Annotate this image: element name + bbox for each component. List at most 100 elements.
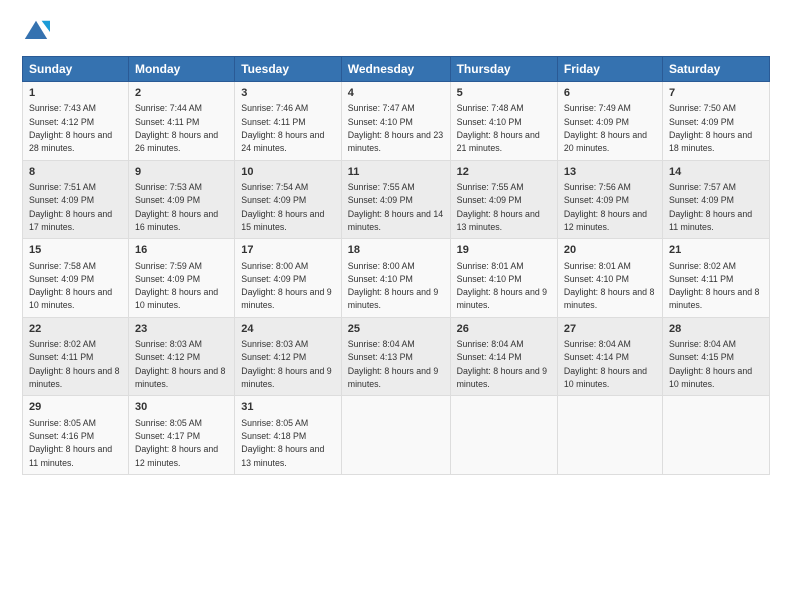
header-monday: Monday <box>128 57 234 82</box>
day-info: Sunrise: 7:43 AMSunset: 4:12 PMDaylight:… <box>29 103 112 153</box>
week-row-2: 8Sunrise: 7:51 AMSunset: 4:09 PMDaylight… <box>23 160 770 239</box>
day-info: Sunrise: 8:04 AMSunset: 4:13 PMDaylight:… <box>348 339 438 389</box>
day-info: Sunrise: 7:54 AMSunset: 4:09 PMDaylight:… <box>241 182 324 232</box>
day-cell: 9 Sunrise: 7:53 AMSunset: 4:09 PMDaylight… <box>128 160 234 239</box>
header-tuesday: Tuesday <box>235 57 342 82</box>
day-number: 25 <box>348 322 444 337</box>
day-cell: 19Sunrise: 8:01 AMSunset: 4:10 PMDayligh… <box>450 239 557 318</box>
calendar-header-row: SundayMondayTuesdayWednesdayThursdayFrid… <box>23 57 770 82</box>
day-number: 27 <box>564 322 656 337</box>
day-number: 7 <box>669 86 763 101</box>
day-info: Sunrise: 7:47 AMSunset: 4:10 PMDaylight:… <box>348 103 443 153</box>
week-row-3: 15Sunrise: 7:58 AMSunset: 4:09 PMDayligh… <box>23 239 770 318</box>
day-number: 29 <box>29 400 122 415</box>
day-cell: 16 Sunrise: 7:59 AMSunset: 4:09 PMDayligh… <box>128 239 234 318</box>
day-info: Sunrise: 7:57 AMSunset: 4:09 PMDaylight:… <box>669 182 752 232</box>
day-info: Sunrise: 8:04 AMSunset: 4:15 PMDaylight:… <box>669 339 752 389</box>
day-cell: 15Sunrise: 7:58 AMSunset: 4:09 PMDayligh… <box>23 239 129 318</box>
week-row-4: 22 Sunrise: 8:02 AMSunset: 4:11 PMDayligh… <box>23 317 770 396</box>
day-info: Sunrise: 8:01 AMSunset: 4:10 PMDaylight:… <box>457 261 547 311</box>
day-info: Sunrise: 7:48 AMSunset: 4:10 PMDaylight:… <box>457 103 540 153</box>
day-info: Sunrise: 7:50 AMSunset: 4:09 PMDaylight:… <box>669 103 752 153</box>
day-number: 15 <box>29 243 122 258</box>
day-info: Sunrise: 8:05 AMSunset: 4:18 PMDaylight:… <box>241 418 324 468</box>
header-sunday: Sunday <box>23 57 129 82</box>
day-cell: 26 Sunrise: 8:04 AMSunset: 4:14 PMDayligh… <box>450 317 557 396</box>
day-cell: 28Sunrise: 8:04 AMSunset: 4:15 PMDayligh… <box>662 317 769 396</box>
logo-icon <box>22 18 50 46</box>
day-cell: 24Sunrise: 8:03 AMSunset: 4:12 PMDayligh… <box>235 317 342 396</box>
day-info: Sunrise: 8:04 AMSunset: 4:14 PMDaylight:… <box>457 339 547 389</box>
day-number: 3 <box>241 86 335 101</box>
day-number: 21 <box>669 243 763 258</box>
day-info: Sunrise: 8:03 AMSunset: 4:12 PMDaylight:… <box>135 339 225 389</box>
day-cell: 12 Sunrise: 7:55 AMSunset: 4:09 PMDayligh… <box>450 160 557 239</box>
day-number: 30 <box>135 400 228 415</box>
day-cell: 6 Sunrise: 7:49 AMSunset: 4:09 PMDaylight… <box>557 82 662 161</box>
day-number: 17 <box>241 243 335 258</box>
day-info: Sunrise: 8:05 AMSunset: 4:16 PMDaylight:… <box>29 418 112 468</box>
day-number: 8 <box>29 165 122 180</box>
day-cell: 3 Sunrise: 7:46 AMSunset: 4:11 PMDaylight… <box>235 82 342 161</box>
day-number: 12 <box>457 165 551 180</box>
logo <box>22 18 53 46</box>
day-number: 13 <box>564 165 656 180</box>
day-info: Sunrise: 7:55 AMSunset: 4:09 PMDaylight:… <box>457 182 540 232</box>
day-cell: 17 Sunrise: 8:00 AMSunset: 4:09 PMDayligh… <box>235 239 342 318</box>
day-info: Sunrise: 7:44 AMSunset: 4:11 PMDaylight:… <box>135 103 218 153</box>
day-info: Sunrise: 7:46 AMSunset: 4:11 PMDaylight:… <box>241 103 324 153</box>
header-saturday: Saturday <box>662 57 769 82</box>
week-row-5: 29 Sunrise: 8:05 AMSunset: 4:16 PMDayligh… <box>23 396 770 475</box>
day-cell: 13Sunrise: 7:56 AMSunset: 4:09 PMDayligh… <box>557 160 662 239</box>
day-cell <box>557 396 662 475</box>
day-info: Sunrise: 8:00 AMSunset: 4:10 PMDaylight:… <box>348 261 438 311</box>
day-info: Sunrise: 7:55 AMSunset: 4:09 PMDaylight:… <box>348 182 443 232</box>
day-cell: 31 Sunrise: 8:05 AMSunset: 4:18 PMDayligh… <box>235 396 342 475</box>
day-number: 1 <box>29 86 122 101</box>
day-info: Sunrise: 8:02 AMSunset: 4:11 PMDaylight:… <box>669 261 759 311</box>
day-cell: 20Sunrise: 8:01 AMSunset: 4:10 PMDayligh… <box>557 239 662 318</box>
day-cell: 25 Sunrise: 8:04 AMSunset: 4:13 PMDayligh… <box>341 317 450 396</box>
day-number: 31 <box>241 400 335 415</box>
day-number: 9 <box>135 165 228 180</box>
day-cell: 8Sunrise: 7:51 AMSunset: 4:09 PMDaylight… <box>23 160 129 239</box>
header-wednesday: Wednesday <box>341 57 450 82</box>
day-cell: 29 Sunrise: 8:05 AMSunset: 4:16 PMDayligh… <box>23 396 129 475</box>
day-info: Sunrise: 8:00 AMSunset: 4:09 PMDaylight:… <box>241 261 331 311</box>
day-cell <box>662 396 769 475</box>
day-cell <box>450 396 557 475</box>
day-info: Sunrise: 8:05 AMSunset: 4:17 PMDaylight:… <box>135 418 218 468</box>
day-number: 6 <box>564 86 656 101</box>
day-number: 24 <box>241 322 335 337</box>
day-cell: 18 Sunrise: 8:00 AMSunset: 4:10 PMDayligh… <box>341 239 450 318</box>
day-cell: 4 Sunrise: 7:47 AMSunset: 4:10 PMDaylight… <box>341 82 450 161</box>
day-cell: 30 Sunrise: 8:05 AMSunset: 4:17 PMDayligh… <box>128 396 234 475</box>
day-number: 22 <box>29 322 122 337</box>
day-cell <box>341 396 450 475</box>
header-friday: Friday <box>557 57 662 82</box>
day-number: 2 <box>135 86 228 101</box>
day-cell: 7 Sunrise: 7:50 AMSunset: 4:09 PMDaylight… <box>662 82 769 161</box>
day-cell: 21 Sunrise: 8:02 AMSunset: 4:11 PMDayligh… <box>662 239 769 318</box>
day-number: 16 <box>135 243 228 258</box>
day-number: 5 <box>457 86 551 101</box>
day-cell: 27Sunrise: 8:04 AMSunset: 4:14 PMDayligh… <box>557 317 662 396</box>
day-number: 18 <box>348 243 444 258</box>
day-info: Sunrise: 7:59 AMSunset: 4:09 PMDaylight:… <box>135 261 218 311</box>
day-number: 4 <box>348 86 444 101</box>
day-cell: 1 Sunrise: 7:43 AMSunset: 4:12 PMDaylight… <box>23 82 129 161</box>
page: SundayMondayTuesdayWednesdayThursdayFrid… <box>0 0 792 612</box>
day-info: Sunrise: 7:49 AMSunset: 4:09 PMDaylight:… <box>564 103 647 153</box>
day-info: Sunrise: 7:53 AMSunset: 4:09 PMDaylight:… <box>135 182 218 232</box>
day-number: 10 <box>241 165 335 180</box>
day-cell: 5 Sunrise: 7:48 AMSunset: 4:10 PMDaylight… <box>450 82 557 161</box>
day-cell: 22 Sunrise: 8:02 AMSunset: 4:11 PMDayligh… <box>23 317 129 396</box>
day-number: 14 <box>669 165 763 180</box>
day-cell: 14 Sunrise: 7:57 AMSunset: 4:09 PMDayligh… <box>662 160 769 239</box>
header-thursday: Thursday <box>450 57 557 82</box>
day-number: 26 <box>457 322 551 337</box>
day-info: Sunrise: 8:01 AMSunset: 4:10 PMDaylight:… <box>564 261 654 311</box>
day-info: Sunrise: 8:02 AMSunset: 4:11 PMDaylight:… <box>29 339 119 389</box>
day-cell: 10 Sunrise: 7:54 AMSunset: 4:09 PMDayligh… <box>235 160 342 239</box>
day-number: 11 <box>348 165 444 180</box>
